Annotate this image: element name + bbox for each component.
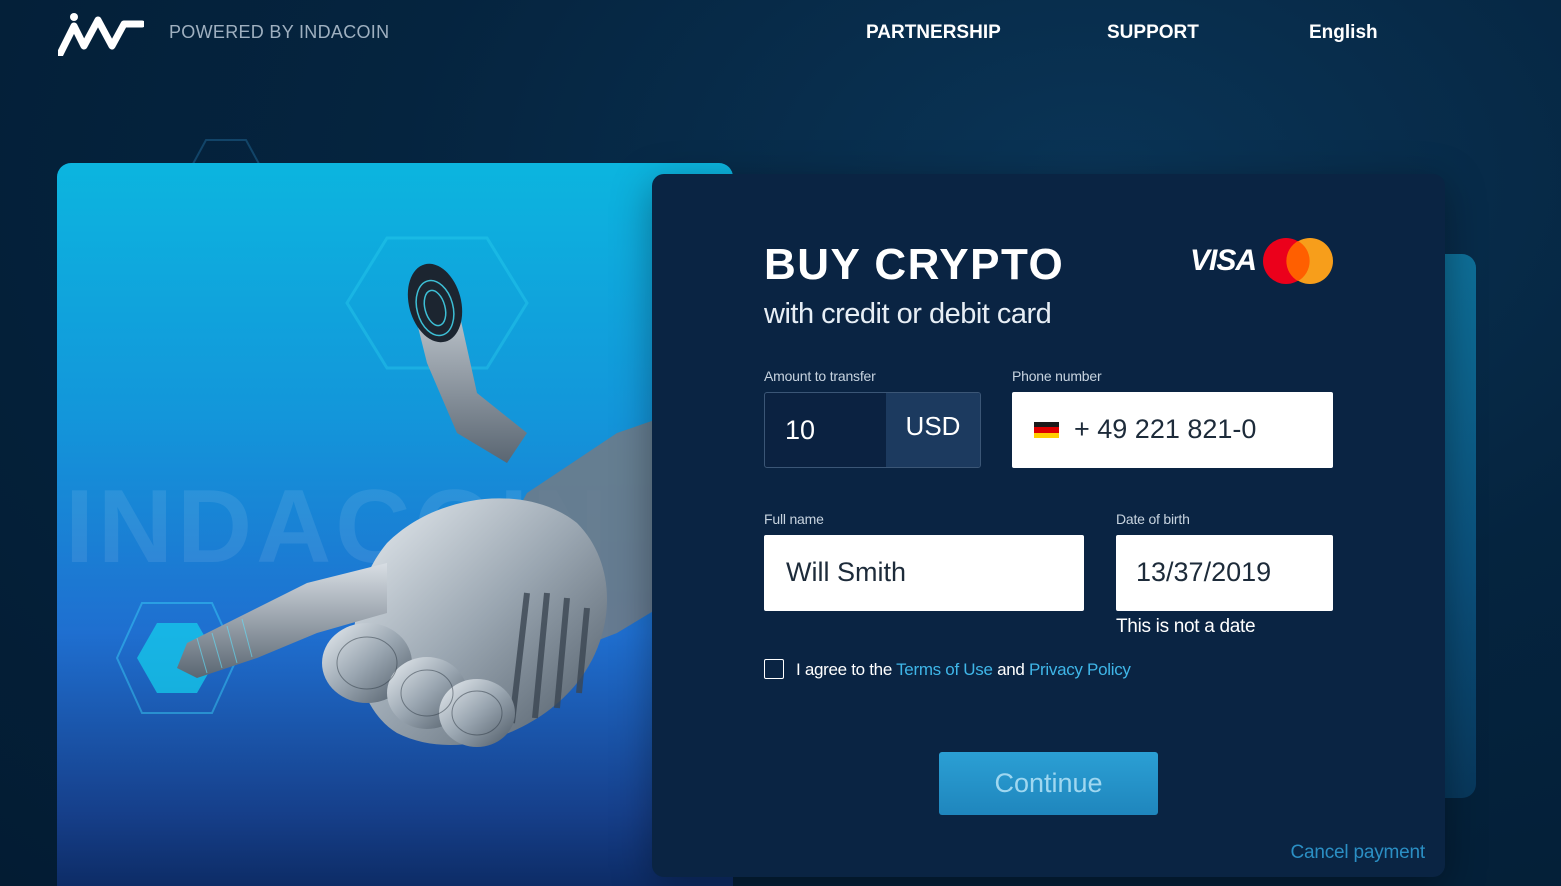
form-title: BUY CRYPTO [764, 240, 1065, 289]
phone-value[interactable]: + 49 221 821-0 [1074, 414, 1256, 445]
language-selector[interactable]: English [1309, 22, 1378, 44]
full-name-value[interactable]: Will Smith [786, 557, 906, 588]
visa-icon: VISA [1190, 244, 1257, 277]
cancel-payment-link[interactable]: Cancel payment [1291, 842, 1426, 864]
buy-crypto-form: BUY CRYPTO with credit or debit card VIS… [652, 174, 1445, 877]
continue-button[interactable]: Continue [939, 752, 1158, 815]
date-of-birth-error: This is not a date [1116, 616, 1256, 637]
agree-checkbox[interactable] [764, 659, 784, 679]
agreement-prefix: I agree to the [796, 660, 892, 679]
germany-flag-icon[interactable] [1034, 422, 1059, 439]
form-subtitle: with credit or debit card [764, 298, 1052, 330]
amount-label: Amount to transfer [764, 368, 876, 384]
agreement-text: I agree to the Terms of Use and Privacy … [796, 660, 1131, 680]
nav-support[interactable]: SUPPORT [1107, 22, 1199, 44]
phone-input[interactable]: + 49 221 821-0 [1012, 392, 1333, 468]
hero-illustration-panel: INDACOIN [57, 163, 733, 886]
full-name-label: Full name [764, 511, 824, 527]
date-of-birth-input[interactable]: 13/37/2019 [1116, 535, 1333, 611]
phone-label: Phone number [1012, 368, 1102, 384]
full-name-input[interactable]: Will Smith [764, 535, 1084, 611]
page: POWERED BY INDACOIN PARTNERSHIP SUPPORT … [0, 0, 1561, 886]
date-of-birth-value[interactable]: 13/37/2019 [1136, 557, 1271, 588]
privacy-policy-link[interactable]: Privacy Policy [1029, 660, 1131, 679]
robot-hand-illustration [115, 236, 733, 747]
powered-by-text: POWERED BY INDACOIN [169, 22, 390, 42]
date-of-birth-label: Date of birth [1116, 511, 1190, 527]
currency-selector[interactable]: USD [886, 393, 980, 467]
terms-of-use-link[interactable]: Terms of Use [896, 660, 993, 679]
nav-partnership[interactable]: PARTNERSHIP [866, 22, 1001, 44]
amount-input[interactable]: 10 USD [764, 392, 981, 468]
indacoin-logo[interactable] [58, 12, 144, 56]
agreement-and: and [997, 660, 1025, 679]
amount-value[interactable]: 10 [785, 415, 815, 446]
